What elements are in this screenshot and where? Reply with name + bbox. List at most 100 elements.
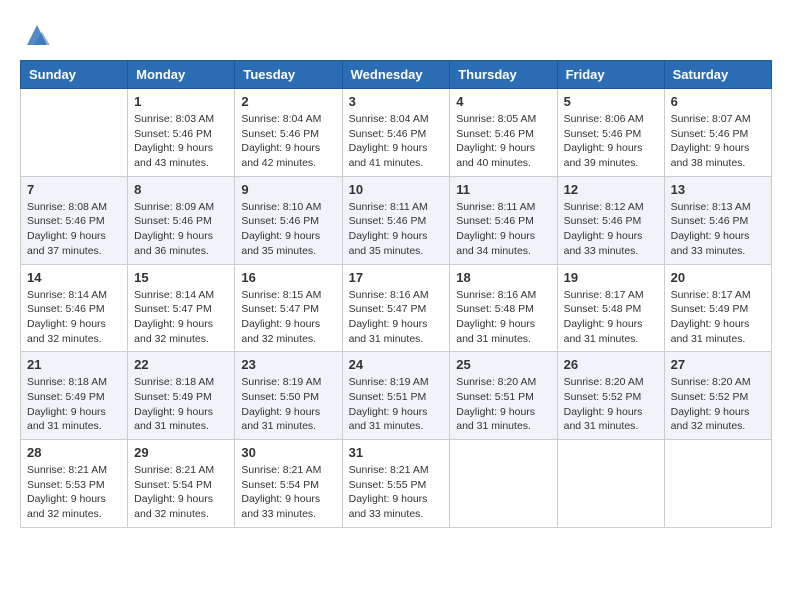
day-info: Sunrise: 8:13 AMSunset: 5:46 PMDaylight:… (671, 200, 765, 259)
day-number: 23 (241, 357, 335, 372)
calendar-cell: 16 Sunrise: 8:15 AMSunset: 5:47 PMDayligh… (235, 264, 342, 352)
day-number: 10 (349, 182, 444, 197)
day-number: 17 (349, 270, 444, 285)
day-info: Sunrise: 8:19 AMSunset: 5:50 PMDaylight:… (241, 375, 335, 434)
calendar-header-friday: Friday (557, 61, 664, 89)
day-number: 29 (134, 445, 228, 460)
day-info: Sunrise: 8:10 AMSunset: 5:46 PMDaylight:… (241, 200, 335, 259)
day-info: Sunrise: 8:18 AMSunset: 5:49 PMDaylight:… (27, 375, 121, 434)
day-info: Sunrise: 8:21 AMSunset: 5:53 PMDaylight:… (27, 463, 121, 522)
day-number: 18 (456, 270, 550, 285)
calendar-cell (557, 440, 664, 528)
calendar-cell: 5 Sunrise: 8:06 AMSunset: 5:46 PMDaylight… (557, 89, 664, 177)
day-info: Sunrise: 8:11 AMSunset: 5:46 PMDaylight:… (349, 200, 444, 259)
day-number: 6 (671, 94, 765, 109)
calendar-cell: 9 Sunrise: 8:10 AMSunset: 5:46 PMDaylight… (235, 176, 342, 264)
calendar-week-row: 28 Sunrise: 8:21 AMSunset: 5:53 PMDayligh… (21, 440, 772, 528)
day-number: 8 (134, 182, 228, 197)
calendar-cell (21, 89, 128, 177)
day-number: 26 (564, 357, 658, 372)
day-info: Sunrise: 8:20 AMSunset: 5:51 PMDaylight:… (456, 375, 550, 434)
calendar-cell: 8 Sunrise: 8:09 AMSunset: 5:46 PMDaylight… (128, 176, 235, 264)
day-info: Sunrise: 8:03 AMSunset: 5:46 PMDaylight:… (134, 112, 228, 171)
day-number: 21 (27, 357, 121, 372)
day-info: Sunrise: 8:16 AMSunset: 5:48 PMDaylight:… (456, 288, 550, 347)
calendar-cell: 13 Sunrise: 8:13 AMSunset: 5:46 PMDayligh… (664, 176, 771, 264)
calendar-week-row: 7 Sunrise: 8:08 AMSunset: 5:46 PMDaylight… (21, 176, 772, 264)
calendar-cell: 1 Sunrise: 8:03 AMSunset: 5:46 PMDaylight… (128, 89, 235, 177)
day-info: Sunrise: 8:09 AMSunset: 5:46 PMDaylight:… (134, 200, 228, 259)
calendar-header-saturday: Saturday (664, 61, 771, 89)
page-header (20, 20, 772, 50)
day-number: 31 (349, 445, 444, 460)
calendar-cell: 4Sunrise: 8:05 AMSunset: 5:46 PMDaylight… (450, 89, 557, 177)
day-number: 3 (349, 94, 444, 109)
calendar-cell: 26 Sunrise: 8:20 AMSunset: 5:52 PMDayligh… (557, 352, 664, 440)
day-info: Sunrise: 8:15 AMSunset: 5:47 PMDaylight:… (241, 288, 335, 347)
day-number: 4 (456, 94, 550, 109)
day-number: 2 (241, 94, 335, 109)
calendar-cell: 22 Sunrise: 8:18 AMSunset: 5:49 PMDayligh… (128, 352, 235, 440)
calendar-header-row: SundayMondayTuesdayWednesdayThursdayFrid… (21, 61, 772, 89)
day-number: 15 (134, 270, 228, 285)
day-number: 11 (456, 182, 550, 197)
day-info: Sunrise: 8:20 AMSunset: 5:52 PMDaylight:… (564, 375, 658, 434)
day-info: Sunrise: 8:21 AMSunset: 5:54 PMDaylight:… (241, 463, 335, 522)
day-number: 5 (564, 94, 658, 109)
calendar-cell: 31 Sunrise: 8:21 AMSunset: 5:55 PMDayligh… (342, 440, 450, 528)
day-info: Sunrise: 8:04 AMSunset: 5:46 PMDaylight:… (241, 112, 335, 171)
calendar-cell: 18 Sunrise: 8:16 AMSunset: 5:48 PMDayligh… (450, 264, 557, 352)
day-info: Sunrise: 8:07 AMSunset: 5:46 PMDaylight:… (671, 112, 765, 171)
calendar-cell (450, 440, 557, 528)
calendar-cell: 15 Sunrise: 8:14 AMSunset: 5:47 PMDayligh… (128, 264, 235, 352)
day-info: Sunrise: 8:19 AMSunset: 5:51 PMDaylight:… (349, 375, 444, 434)
day-number: 30 (241, 445, 335, 460)
calendar-cell: 20 Sunrise: 8:17 AMSunset: 5:49 PMDayligh… (664, 264, 771, 352)
day-number: 16 (241, 270, 335, 285)
calendar-header-thursday: Thursday (450, 61, 557, 89)
calendar-week-row: 14 Sunrise: 8:14 AMSunset: 5:46 PMDayligh… (21, 264, 772, 352)
day-info: Sunrise: 8:06 AMSunset: 5:46 PMDaylight:… (564, 112, 658, 171)
calendar-header-tuesday: Tuesday (235, 61, 342, 89)
calendar-cell (664, 440, 771, 528)
calendar-cell: 30 Sunrise: 8:21 AMSunset: 5:54 PMDayligh… (235, 440, 342, 528)
day-number: 12 (564, 182, 658, 197)
calendar-table: SundayMondayTuesdayWednesdayThursdayFrid… (20, 60, 772, 528)
day-info: Sunrise: 8:14 AMSunset: 5:46 PMDaylight:… (27, 288, 121, 347)
calendar-header-wednesday: Wednesday (342, 61, 450, 89)
day-info: Sunrise: 8:14 AMSunset: 5:47 PMDaylight:… (134, 288, 228, 347)
day-info: Sunrise: 8:11 AMSunset: 5:46 PMDaylight:… (456, 200, 550, 259)
day-number: 7 (27, 182, 121, 197)
day-info: Sunrise: 8:18 AMSunset: 5:49 PMDaylight:… (134, 375, 228, 434)
calendar-cell: 24 Sunrise: 8:19 AMSunset: 5:51 PMDayligh… (342, 352, 450, 440)
calendar-header-sunday: Sunday (21, 61, 128, 89)
day-info: Sunrise: 8:17 AMSunset: 5:48 PMDaylight:… (564, 288, 658, 347)
calendar-header-monday: Monday (128, 61, 235, 89)
calendar-cell: 21 Sunrise: 8:18 AMSunset: 5:49 PMDayligh… (21, 352, 128, 440)
day-info: Sunrise: 8:21 AMSunset: 5:55 PMDaylight:… (349, 463, 444, 522)
day-number: 1 (134, 94, 228, 109)
day-info: Sunrise: 8:21 AMSunset: 5:54 PMDaylight:… (134, 463, 228, 522)
calendar-cell: 10 Sunrise: 8:11 AMSunset: 5:46 PMDayligh… (342, 176, 450, 264)
day-info: Sunrise: 8:12 AMSunset: 5:46 PMDaylight:… (564, 200, 658, 259)
day-info: Sunrise: 8:20 AMSunset: 5:52 PMDaylight:… (671, 375, 765, 434)
day-number: 9 (241, 182, 335, 197)
day-number: 28 (27, 445, 121, 460)
day-number: 20 (671, 270, 765, 285)
day-info: Sunrise: 8:17 AMSunset: 5:49 PMDaylight:… (671, 288, 765, 347)
day-number: 24 (349, 357, 444, 372)
calendar-cell: 29 Sunrise: 8:21 AMSunset: 5:54 PMDayligh… (128, 440, 235, 528)
day-info: Sunrise: 8:08 AMSunset: 5:46 PMDaylight:… (27, 200, 121, 259)
calendar-cell: 14 Sunrise: 8:14 AMSunset: 5:46 PMDayligh… (21, 264, 128, 352)
calendar-cell: 2 Sunrise: 8:04 AMSunset: 5:46 PMDaylight… (235, 89, 342, 177)
day-number: 19 (564, 270, 658, 285)
day-number: 13 (671, 182, 765, 197)
calendar-cell: 7 Sunrise: 8:08 AMSunset: 5:46 PMDaylight… (21, 176, 128, 264)
calendar-cell: 27Sunrise: 8:20 AMSunset: 5:52 PMDayligh… (664, 352, 771, 440)
calendar-cell: 28 Sunrise: 8:21 AMSunset: 5:53 PMDayligh… (21, 440, 128, 528)
calendar-week-row: 1 Sunrise: 8:03 AMSunset: 5:46 PMDaylight… (21, 89, 772, 177)
day-number: 14 (27, 270, 121, 285)
calendar-week-row: 21 Sunrise: 8:18 AMSunset: 5:49 PMDayligh… (21, 352, 772, 440)
calendar-cell: 6 Sunrise: 8:07 AMSunset: 5:46 PMDaylight… (664, 89, 771, 177)
day-number: 22 (134, 357, 228, 372)
